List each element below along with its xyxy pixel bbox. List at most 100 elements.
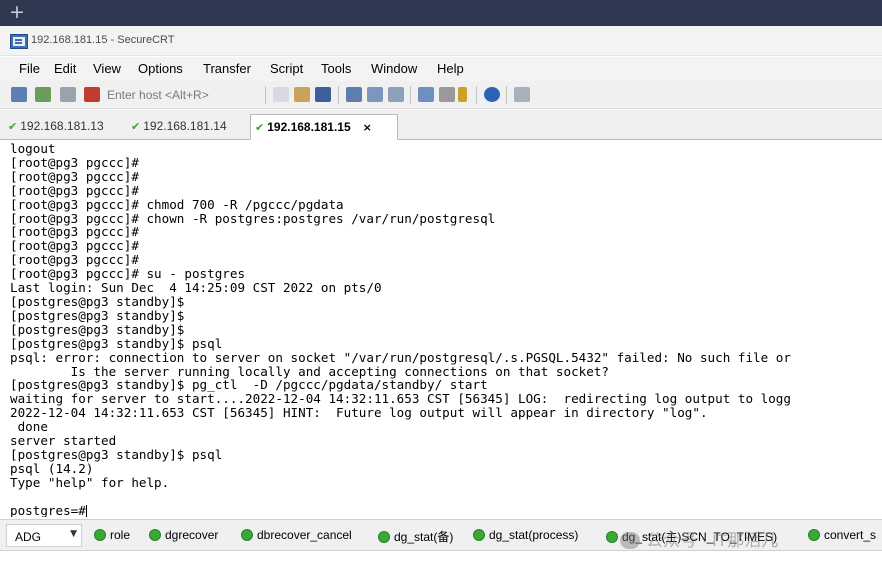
- copy-icon[interactable]: [273, 87, 289, 102]
- menu-edit[interactable]: Edit: [54, 61, 76, 76]
- terminal-line: [root@pg3 pgccc]#: [10, 154, 139, 170]
- terminal-line: postgres=#: [10, 502, 86, 517]
- button-label: convert_s: [824, 528, 877, 542]
- session-tabbar: ✔ 192.168.181.13 ✔ 192.168.181.14 ✔ 192.168…: [0, 110, 882, 140]
- menu-transfer[interactable]: Transfer: [203, 61, 251, 76]
- button-bar-selected: ADG: [15, 530, 42, 544]
- find-icon[interactable]: [315, 87, 331, 102]
- terminal-line: [postgres@pg3 standby]$ psql: [10, 335, 223, 351]
- green-dot-icon: [149, 529, 161, 541]
- button-bar-selector[interactable]: ADG ▼: [6, 524, 82, 547]
- disconnect-icon[interactable]: [84, 87, 100, 102]
- terminal-line: [root@pg3 pgccc]#: [10, 224, 139, 240]
- terminal-line: [postgres@pg3 standby]$: [10, 293, 185, 309]
- button-convert[interactable]: convert_s: [808, 528, 876, 542]
- button-dgrecover[interactable]: dgrecover: [149, 528, 218, 542]
- dropdown-arrow-icon: ▼: [70, 529, 77, 539]
- connected-check-icon: ✔: [8, 120, 18, 133]
- green-dot-icon: [606, 531, 618, 543]
- terminal-line: 2022-12-04 14:32:11.653 CST [56345] HINT…: [10, 405, 708, 421]
- tab-label: 192.168.181.13: [20, 119, 104, 133]
- green-dot-icon: [473, 529, 485, 541]
- toolbar-separator: [410, 86, 411, 104]
- connected-check-icon: ✔: [131, 120, 141, 133]
- menu-options[interactable]: Options: [138, 61, 183, 76]
- green-dot-icon: [241, 529, 253, 541]
- session-options-icon[interactable]: [418, 87, 434, 102]
- terminal-line: waiting for server to start....2022-12-0…: [10, 391, 791, 407]
- button-label: dg_stat(process): [489, 528, 579, 542]
- status-bar: [0, 552, 882, 573]
- window-titlebar: 192.168.181.15 - SecureCRT: [0, 26, 882, 56]
- tab-session-15[interactable]: ✔ 192.168.181.15 ×: [250, 114, 398, 140]
- terminal-line: Is the server running locally and accept…: [10, 363, 609, 379]
- menubar: File Edit View Options Transfer Script T…: [0, 57, 882, 81]
- sftp-icon[interactable]: [514, 87, 530, 102]
- tab-session-14[interactable]: ✔ 192.168.181.14: [127, 114, 231, 140]
- connected-check-icon: ✔: [255, 121, 265, 134]
- toolbar: [0, 81, 882, 109]
- toolbar-separator: [265, 86, 266, 104]
- window-title: 192.168.181.15 - SecureCRT: [31, 34, 175, 46]
- terminal-line: [root@pg3 pgccc]#: [10, 182, 139, 198]
- terminal-line: [postgres@pg3 standby]$: [10, 307, 185, 323]
- menu-window[interactable]: Window: [371, 61, 417, 76]
- button-dg-stat-process[interactable]: dg_stat(process): [473, 528, 578, 542]
- terminal-line: [root@pg3 pgccc]# chmod 700 -R /pgccc/pg…: [10, 196, 344, 212]
- terminal-line: [postgres@pg3 standby]$ psql: [10, 446, 223, 462]
- menu-tools[interactable]: Tools: [321, 61, 351, 76]
- button-dg-stat-standby[interactable]: dg_stat(备): [378, 528, 453, 545]
- button-label: role: [110, 528, 131, 542]
- terminal-line: [root@pg3 pgccc]#: [10, 168, 139, 184]
- new-tab-icon[interactable]: +: [9, 2, 25, 22]
- close-tab-icon[interactable]: ×: [363, 121, 372, 134]
- print-icon[interactable]: [346, 87, 362, 102]
- quick-connect-icon[interactable]: [35, 87, 51, 102]
- terminal-line: [postgres@pg3 standby]$ pg_ctl -D /pgccc…: [10, 377, 488, 393]
- menu-view[interactable]: View: [93, 61, 121, 76]
- terminal-output[interactable]: logout [root@pg3 pgccc]# [root@pg3 pgccc…: [0, 141, 882, 517]
- terminal-line: [root@pg3 pgccc]#: [10, 252, 139, 268]
- green-dot-icon: [94, 529, 106, 541]
- browser-topbar: +: [0, 0, 882, 26]
- print-selection-icon[interactable]: [367, 87, 383, 102]
- terminal-line: [root@pg3 pgccc]# su - postgres: [10, 266, 246, 282]
- securecrt-app-icon: [10, 34, 28, 49]
- terminal-line: done: [10, 419, 48, 435]
- button-label: dg_stat(备): [394, 530, 454, 544]
- terminal-line: server started: [10, 433, 117, 449]
- toolbar-separator: [338, 86, 339, 104]
- button-label: dgrecover: [165, 528, 219, 542]
- text-cursor: [85, 504, 87, 517]
- terminal-line: psql (14.2): [10, 460, 94, 476]
- watermark-text: 公众号 · IT那活儿: [646, 531, 779, 550]
- button-dbrecover-cancel[interactable]: dbrecover_cancel: [241, 528, 352, 542]
- button-label: dbrecover_cancel: [257, 528, 352, 542]
- wechat-icon: [620, 532, 640, 549]
- help-icon[interactable]: [484, 87, 500, 102]
- terminal-line: logout: [10, 141, 56, 156]
- terminal-line: [postgres@pg3 standby]$: [10, 321, 185, 337]
- terminal-line: Last login: Sun Dec 4 14:25:09 CST 2022 …: [10, 280, 382, 296]
- global-options-icon[interactable]: [439, 87, 455, 102]
- watermark: 公众号 · IT那活儿: [620, 526, 778, 551]
- menu-help[interactable]: Help: [437, 61, 464, 76]
- tab-label: 192.168.181.14: [143, 119, 227, 133]
- terminal-line: psql: error: connection to server on soc…: [10, 349, 791, 365]
- reconnect-icon[interactable]: [60, 87, 76, 102]
- terminal-line: Type "help" for help.: [10, 474, 170, 490]
- terminal-text: logout [root@pg3 pgccc]# [root@pg3 pgccc…: [10, 142, 791, 517]
- key-icon[interactable]: [458, 87, 467, 102]
- menu-script[interactable]: Script: [270, 61, 303, 76]
- tab-session-13[interactable]: ✔ 192.168.181.13: [4, 114, 108, 140]
- connect-icon[interactable]: [11, 87, 27, 102]
- menu-file[interactable]: File: [19, 61, 40, 76]
- tab-label: 192.168.181.15: [267, 120, 351, 134]
- host-input[interactable]: [107, 85, 257, 105]
- printer-setup-icon[interactable]: [388, 87, 404, 102]
- paste-icon[interactable]: [294, 87, 310, 102]
- toolbar-separator: [476, 86, 477, 104]
- button-role[interactable]: role: [94, 528, 130, 542]
- toolbar-separator: [506, 86, 507, 104]
- terminal-line: [root@pg3 pgccc]#: [10, 238, 139, 254]
